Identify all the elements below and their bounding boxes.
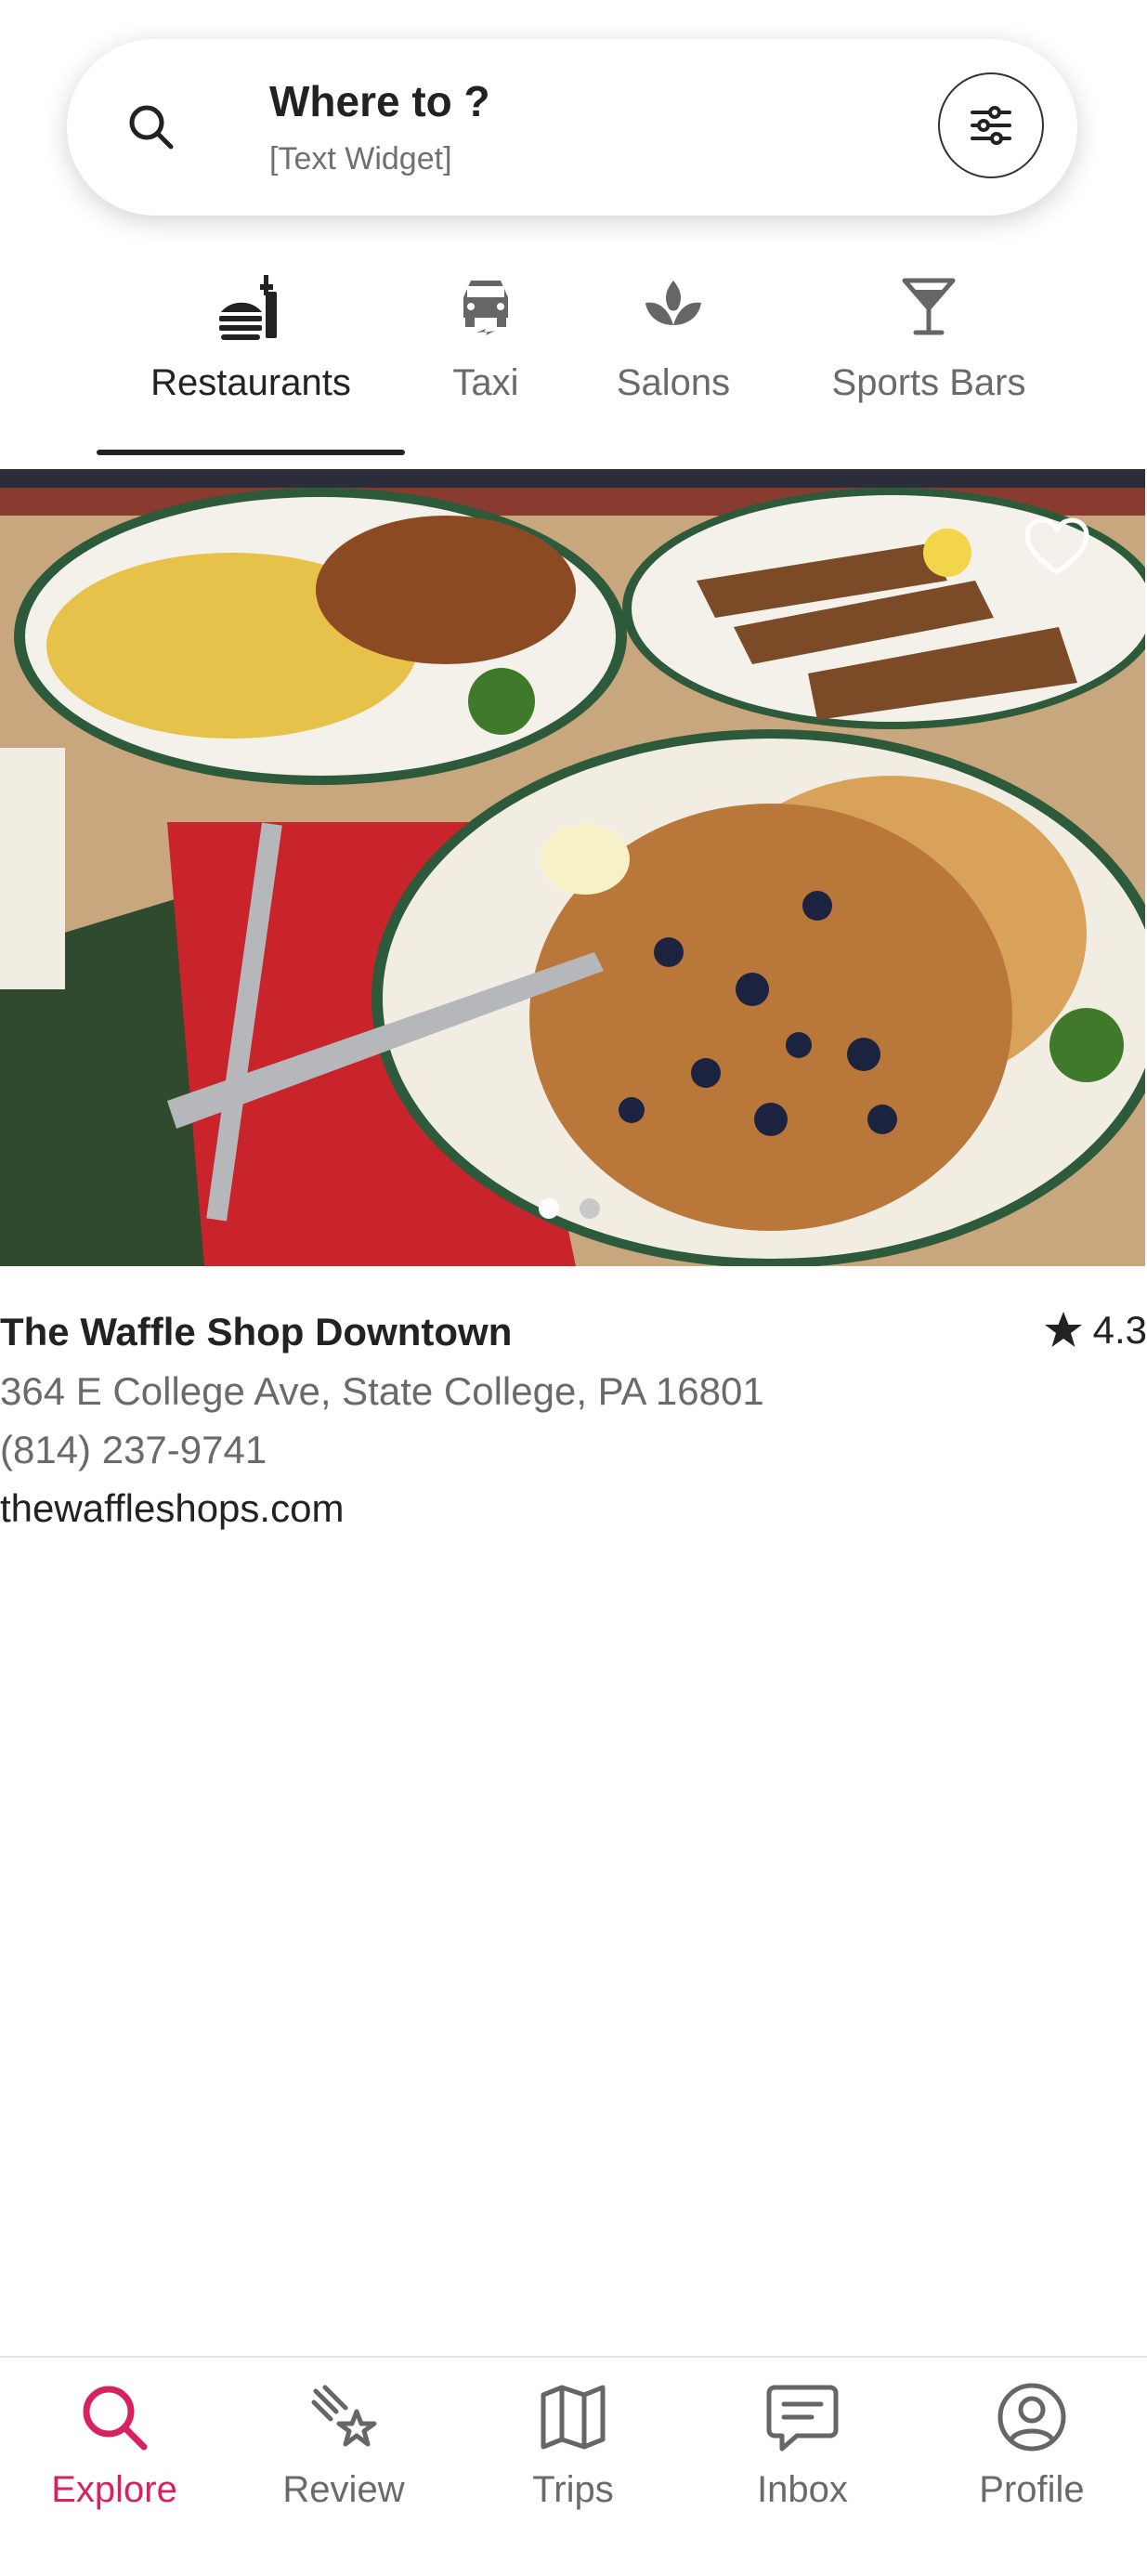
tab-label: Sports Bars xyxy=(831,362,1026,403)
listing-name[interactable]: The Waffle Shop Downtown xyxy=(0,1310,512,1354)
search-title: Where to ? xyxy=(269,77,490,125)
nav-label: Trips xyxy=(532,2469,614,2510)
nav-label: Review xyxy=(282,2469,405,2510)
listing-phone[interactable]: (814) 237-9741 xyxy=(0,1428,267,1472)
message-icon xyxy=(766,2385,839,2452)
tab-taxi[interactable]: Taxi xyxy=(429,269,542,455)
salon-icon xyxy=(645,281,701,325)
listing-website[interactable]: thewaffleshops.com xyxy=(0,1486,344,1531)
tab-label: Taxi xyxy=(452,362,519,403)
heart-icon[interactable] xyxy=(1023,517,1090,578)
search-icon xyxy=(83,2386,148,2451)
tab-label: Salons xyxy=(616,362,731,403)
nav-label: Explore xyxy=(51,2469,177,2510)
rating-value: 4.3 xyxy=(1092,1308,1147,1352)
review-icon xyxy=(311,2385,377,2447)
listing-rating: 4.3 xyxy=(1043,1308,1147,1353)
pagination-dot[interactable] xyxy=(580,1198,601,1219)
nav-trips[interactable]: Trips xyxy=(480,2378,666,2511)
tab-sports-bars[interactable]: Sports Bars xyxy=(817,269,1040,455)
food-icon xyxy=(219,275,277,340)
filter-button[interactable] xyxy=(938,72,1044,178)
nav-profile[interactable]: Profile xyxy=(939,2378,1125,2511)
photo-pagination xyxy=(539,1198,617,1223)
bottom-navigation: Explore Review Trips Inbox Profile xyxy=(0,2356,1147,2576)
tab-restaurants[interactable]: Restaurants xyxy=(97,269,405,455)
map-icon xyxy=(541,2385,606,2450)
nav-label: Inbox xyxy=(757,2469,848,2510)
tab-salons[interactable]: Salons xyxy=(594,269,752,455)
profile-icon xyxy=(997,2383,1066,2452)
listing-photo[interactable] xyxy=(0,469,1145,1266)
nav-label: Profile xyxy=(979,2469,1085,2510)
taxi-icon xyxy=(463,281,508,335)
category-tabs: Restaurants Taxi Salons Sports Bars xyxy=(0,269,1147,455)
food-photo-illustration xyxy=(0,469,1145,1266)
pagination-dot-active[interactable] xyxy=(539,1198,559,1219)
search-icon xyxy=(129,105,174,150)
active-tab-indicator xyxy=(97,450,405,455)
star-icon xyxy=(1044,1312,1082,1347)
nav-inbox[interactable]: Inbox xyxy=(710,2378,895,2511)
listing-address: 364 E College Ave, State College, PA 168… xyxy=(0,1369,764,1413)
sliders-icon xyxy=(971,106,1011,145)
nav-explore[interactable]: Explore xyxy=(21,2378,207,2511)
search-bar[interactable]: Where to ? [Text Widget] xyxy=(67,39,1077,216)
tab-label: Restaurants xyxy=(150,362,351,403)
search-subtitle: [Text Widget] xyxy=(269,141,452,177)
cocktail-icon xyxy=(902,278,956,335)
nav-review[interactable]: Review xyxy=(251,2378,437,2511)
